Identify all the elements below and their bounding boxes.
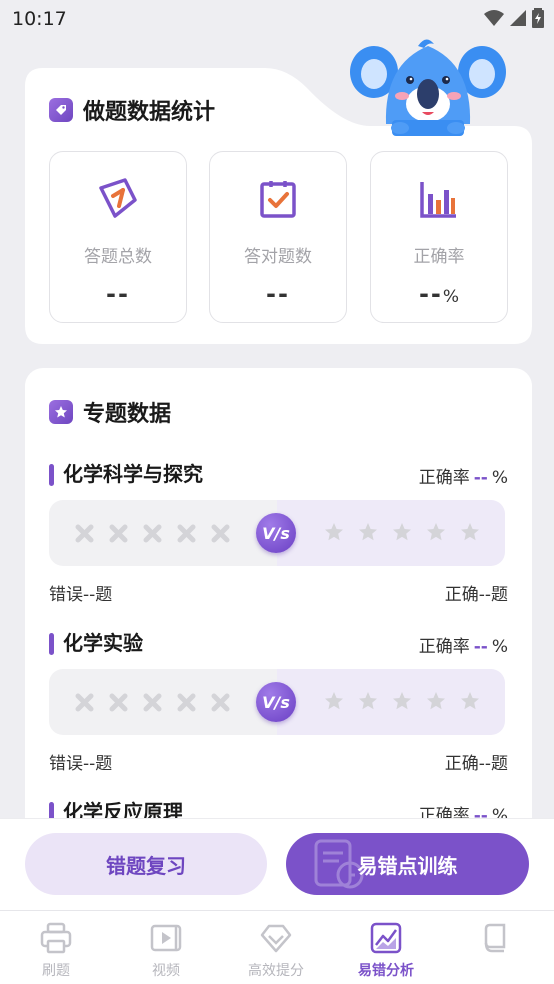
wrong-question-review-button[interactable]: 错题复习 xyxy=(25,833,267,895)
status-bar: 10:17 xyxy=(0,0,554,38)
cross-icon xyxy=(143,524,162,543)
cross-icon xyxy=(75,693,94,712)
bar-chart-icon xyxy=(420,182,456,218)
star-icon xyxy=(461,523,479,541)
tab-error-analysis[interactable]: 易错分析 xyxy=(331,911,441,984)
action-bar: 错题复习 易错点训练 xyxy=(0,818,554,910)
star-icon xyxy=(461,692,479,710)
tab-label: 视频 xyxy=(152,963,180,979)
stat-label: 正确率 xyxy=(413,247,465,267)
tab-label: 易错分析 xyxy=(358,963,414,979)
diamond-icon xyxy=(260,924,292,953)
stat-value: -- xyxy=(106,280,130,308)
right-marks xyxy=(324,691,480,711)
topic-name: 化学实验 xyxy=(63,631,143,655)
right-marks xyxy=(324,522,480,542)
tab-label: 高效提分 xyxy=(248,963,304,979)
topic-row[interactable]: 化学实验 正确率 --% V/s 错误--题 正确--题 xyxy=(25,621,532,781)
cross-icon xyxy=(109,693,128,712)
error-point-training-button[interactable]: 易错点训练 xyxy=(286,833,529,895)
stat-value: --% xyxy=(418,280,460,308)
vs-comparison-track: V/s xyxy=(49,500,505,566)
topic-wrong-count: 错误--题 xyxy=(49,585,113,605)
vs-badge: V/s xyxy=(256,513,296,553)
status-icons xyxy=(484,8,544,28)
cross-icon xyxy=(211,524,230,543)
printer-icon xyxy=(40,922,72,954)
bottom-tab-bar: 刷题 视频 高效提分 易错分析 xyxy=(0,910,554,984)
star-icon xyxy=(359,523,377,541)
koala-mascot-illustration xyxy=(350,39,506,136)
wifi-icon xyxy=(484,10,504,26)
cross-icon xyxy=(211,693,230,712)
stats-title: 做题数据统计 xyxy=(49,94,215,126)
topic-accent-bar xyxy=(49,464,54,486)
analysis-chart-icon xyxy=(370,922,402,954)
video-icon xyxy=(150,924,182,952)
wrong-marks xyxy=(75,524,230,543)
topic-rate: 正确率 --% xyxy=(418,468,508,488)
cross-icon xyxy=(143,693,162,712)
topic-accent-bar xyxy=(49,633,54,655)
stat-box-correct: 答对题数 -- xyxy=(209,151,347,323)
cross-icon xyxy=(109,524,128,543)
topic-card: 专题数据 化学科学与探究 正确率 --% V/s 错误--题 正确--题 化学实… xyxy=(25,368,532,838)
battery-icon xyxy=(532,8,544,28)
star-icon xyxy=(325,692,343,710)
cross-icon xyxy=(177,693,196,712)
star-icon xyxy=(427,523,445,541)
stat-box-total: 答题总数 -- xyxy=(49,151,187,323)
signal-icon xyxy=(510,10,526,26)
tag-icon xyxy=(49,98,73,122)
book-icon xyxy=(484,923,506,953)
tab-boost-score[interactable]: 高效提分 xyxy=(221,911,331,984)
topic-title-text: 专题数据 xyxy=(83,402,172,427)
topic-title: 专题数据 xyxy=(49,396,171,428)
topic-right-count: 正确--题 xyxy=(444,754,508,774)
vs-comparison-track: V/s xyxy=(49,669,505,735)
stat-label: 答题总数 xyxy=(84,247,152,267)
stat-value: -- xyxy=(266,280,290,308)
star-icon xyxy=(393,523,411,541)
star-icon xyxy=(325,523,343,541)
star-badge-icon xyxy=(49,400,73,424)
tab-book[interactable] xyxy=(441,911,551,984)
stat-box-rate: 正确率 --% xyxy=(370,151,508,323)
star-icon xyxy=(393,692,411,710)
tab-practice[interactable]: 刷题 xyxy=(1,911,111,984)
star-icon xyxy=(359,692,377,710)
pencil-square-icon xyxy=(99,178,137,218)
topic-wrong-count: 错误--题 xyxy=(49,754,113,774)
cross-icon xyxy=(75,524,94,543)
topic-row[interactable]: 化学科学与探究 正确率 --% V/s 错误--题 正确--题 xyxy=(25,452,532,612)
status-time: 10:17 xyxy=(12,8,67,30)
topic-right-count: 正确--题 xyxy=(444,585,508,605)
topic-rate: 正确率 --% xyxy=(418,637,508,657)
vs-badge: V/s xyxy=(256,682,296,722)
tab-video[interactable]: 视频 xyxy=(111,911,221,984)
error-point-training-label: 易错点训练 xyxy=(357,853,458,878)
star-icon xyxy=(427,692,445,710)
tab-label: 刷题 xyxy=(42,963,70,979)
stat-label: 答对题数 xyxy=(244,247,312,267)
stats-title-text: 做题数据统计 xyxy=(83,100,216,125)
wrong-marks xyxy=(75,693,230,712)
checkbox-icon xyxy=(260,181,296,218)
topic-name: 化学科学与探究 xyxy=(63,462,203,486)
cross-icon xyxy=(177,524,196,543)
